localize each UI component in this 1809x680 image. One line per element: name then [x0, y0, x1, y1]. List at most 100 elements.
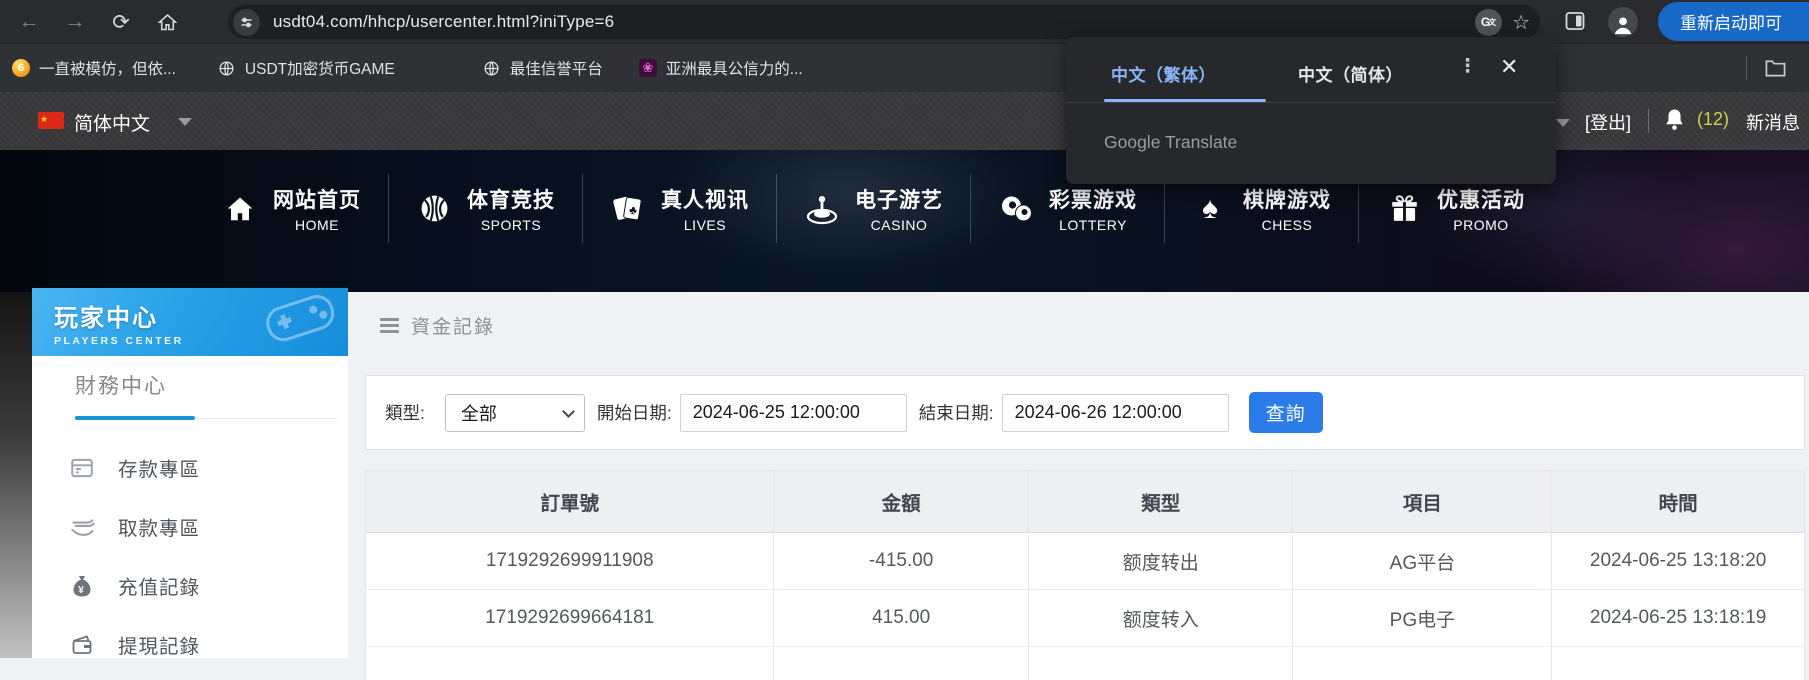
- back-icon[interactable]: ←: [12, 6, 46, 38]
- tab-chinese-simplified[interactable]: 中文（简体）: [1298, 61, 1403, 86]
- type-label: 類型:: [385, 403, 425, 423]
- bookmark-star-icon[interactable]: ☆: [1512, 10, 1530, 35]
- sidebar-item-recharge-record[interactable]: ¥ 充值記錄: [32, 556, 348, 615]
- close-icon[interactable]: ✕: [1500, 54, 1518, 80]
- hand-money-icon: [68, 513, 96, 541]
- logout-link[interactable]: [登出]: [1585, 109, 1631, 135]
- sports-ball-icon: [416, 191, 452, 227]
- timestamp: 2024-06-25 13:18:20: [1552, 533, 1804, 590]
- sidebar-section-title: 財務中心: [75, 375, 167, 398]
- site-info-icon[interactable]: [233, 8, 260, 36]
- google-translate-brand: Google Translate: [1104, 132, 1238, 152]
- column-header: 訂單號: [366, 471, 775, 533]
- column-header: 金額: [774, 471, 1029, 533]
- amount: 415.00: [774, 590, 1029, 647]
- nav-item-chess[interactable]: ♠ 棋牌游戏 CHESS: [1164, 174, 1358, 243]
- lottery-balls-icon: [998, 191, 1034, 227]
- platform: AG平台: [1293, 533, 1553, 590]
- type: 额度转出: [1028, 533, 1294, 590]
- start-date-label: 開始日期:: [596, 403, 672, 423]
- chevron-down-icon: [562, 404, 575, 418]
- divider-accent: [75, 416, 195, 420]
- reload-icon[interactable]: ⟳: [104, 6, 138, 38]
- nav-item-lives[interactable]: ♣ 真人视讯 LIVES: [582, 174, 776, 243]
- column-header: 項目: [1293, 471, 1553, 533]
- type-select[interactable]: 全部: [444, 393, 585, 432]
- svg-text:¥: ¥: [78, 585, 85, 596]
- translate-popup: 中文（繁体） 中文（简体） ⋮ ✕ Google Translate: [1066, 37, 1556, 184]
- column-header: 時間: [1552, 471, 1804, 533]
- sidebar: 玩家中心 PLAYERS CENTER 財務中心 存款專區 取款專區 ¥ 充值記…: [32, 288, 348, 658]
- globe-icon: [483, 59, 501, 77]
- amount: -415.00: [774, 533, 1029, 590]
- china-flag-icon: ★: [38, 112, 64, 129]
- cards-icon: ♣: [610, 191, 646, 227]
- end-date-label: 結束日期:: [918, 403, 994, 423]
- table-row: 1719292699664181 415.00 额度转入 PG电子 2024-0…: [366, 590, 1804, 647]
- url-text: usdt04.com/hhcp/usercenter.html?iniType=…: [273, 12, 615, 31]
- globe-icon: [218, 59, 236, 77]
- sidebar-item-withdrawal-record[interactable]: 提現記錄: [32, 615, 348, 674]
- language-selector[interactable]: 简体中文: [74, 109, 150, 136]
- page-background-strip: [0, 292, 32, 658]
- page-title: 資金記錄: [411, 317, 496, 338]
- wallet-icon: [68, 631, 96, 659]
- bookmark-favicon: 6: [12, 59, 30, 77]
- roulette-icon: [804, 191, 840, 227]
- page-title-row: 資金記錄: [380, 312, 495, 339]
- message-count: (12): [1697, 109, 1730, 129]
- restart-button[interactable]: 重新启动即可: [1658, 2, 1809, 41]
- divider: [1648, 109, 1649, 133]
- list-icon: [380, 315, 399, 336]
- end-date-input[interactable]: [1001, 393, 1229, 432]
- table-row-partial: [366, 647, 1804, 680]
- bookmark-item[interactable]: ❀ 亚洲最具公信力的...: [638, 57, 803, 79]
- timestamp: 2024-06-25 13:18:19: [1552, 590, 1804, 647]
- funds-table: 訂單號 金額 類型 項目 時間 1719292699911908 -415.00…: [365, 470, 1805, 680]
- new-messages-link[interactable]: 新消息: [1746, 109, 1800, 135]
- divider: [1746, 56, 1747, 80]
- bookmark-item[interactable]: 最佳信誉平台: [483, 57, 603, 79]
- spade-icon: ♠: [1202, 191, 1218, 225]
- nav-item-sports[interactable]: 体育竞技 SPORTS: [388, 174, 582, 243]
- column-header: 類型: [1028, 471, 1294, 533]
- translate-tabs: 中文（繁体） 中文（简体） ⋮ ✕: [1066, 37, 1556, 103]
- sidebar-menu: 存款專區 取款專區 ¥ 充值記錄 提現記錄: [32, 438, 348, 674]
- nav-item-casino[interactable]: 电子游艺 CASINO: [776, 174, 970, 243]
- more-options-icon[interactable]: ⋮: [1458, 55, 1477, 78]
- players-center-banner: 玩家中心 PLAYERS CENTER: [32, 288, 348, 356]
- chevron-down-icon[interactable]: [1556, 119, 1570, 127]
- bookmark-item[interactable]: 6 一直被模仿，但依...: [12, 57, 176, 79]
- sidebar-item-withdraw[interactable]: 取款專區: [32, 497, 348, 556]
- order-id: 1719292699911908: [366, 533, 775, 590]
- bookmark-item[interactable]: USDT加密货币GAME: [218, 57, 395, 79]
- search-button[interactable]: 查詢: [1248, 392, 1323, 433]
- chevron-down-icon[interactable]: [178, 118, 192, 126]
- sidebar-item-deposit[interactable]: 存款專區: [32, 438, 348, 497]
- start-date-input[interactable]: [679, 393, 907, 432]
- nav-item-lottery[interactable]: 彩票游戏 LOTTERY: [970, 174, 1164, 243]
- type: 额度转入: [1028, 590, 1294, 647]
- nav-item-promo[interactable]: 优惠活动 PROMO: [1358, 174, 1552, 243]
- platform: PG电子: [1293, 590, 1553, 647]
- forward-icon[interactable]: →: [58, 6, 92, 38]
- table-row: 1719292699911908 -415.00 额度转出 AG平台 2024-…: [366, 533, 1804, 590]
- profile-avatar-icon[interactable]: [1608, 7, 1638, 37]
- main-panel: 資金記錄 類型: 全部 開始日期: 結束日期: 查詢 訂單號 金額 類型 項目 …: [348, 292, 1809, 680]
- tab-chinese-traditional[interactable]: 中文（繁体）: [1111, 61, 1216, 86]
- money-bag-icon: ¥: [68, 572, 96, 600]
- home-icon[interactable]: [150, 6, 184, 38]
- home-icon: [222, 191, 258, 227]
- bookmarks-folder-icon[interactable]: [1764, 57, 1787, 83]
- split-screen-icon[interactable]: [1563, 9, 1587, 38]
- flower-favicon: ❀: [638, 59, 657, 77]
- address-bar[interactable]: usdt04.com/hhcp/usercenter.html?iniType=…: [228, 5, 1540, 39]
- main-nav: 网站首页 HOME 体育竞技 SPORTS ♣ 真人视讯 LIVES 电子游艺 …: [195, 174, 1552, 243]
- table-header-row: 訂單號 金額 類型 項目 時間: [366, 471, 1804, 533]
- bell-icon[interactable]: [1663, 107, 1686, 137]
- order-id: 1719292699664181: [366, 590, 775, 647]
- gift-icon: [1386, 191, 1422, 227]
- divider: [1066, 102, 1556, 103]
- nav-item-home[interactable]: 网站首页 HOME: [195, 174, 388, 243]
- translate-icon[interactable]: G文: [1475, 8, 1503, 36]
